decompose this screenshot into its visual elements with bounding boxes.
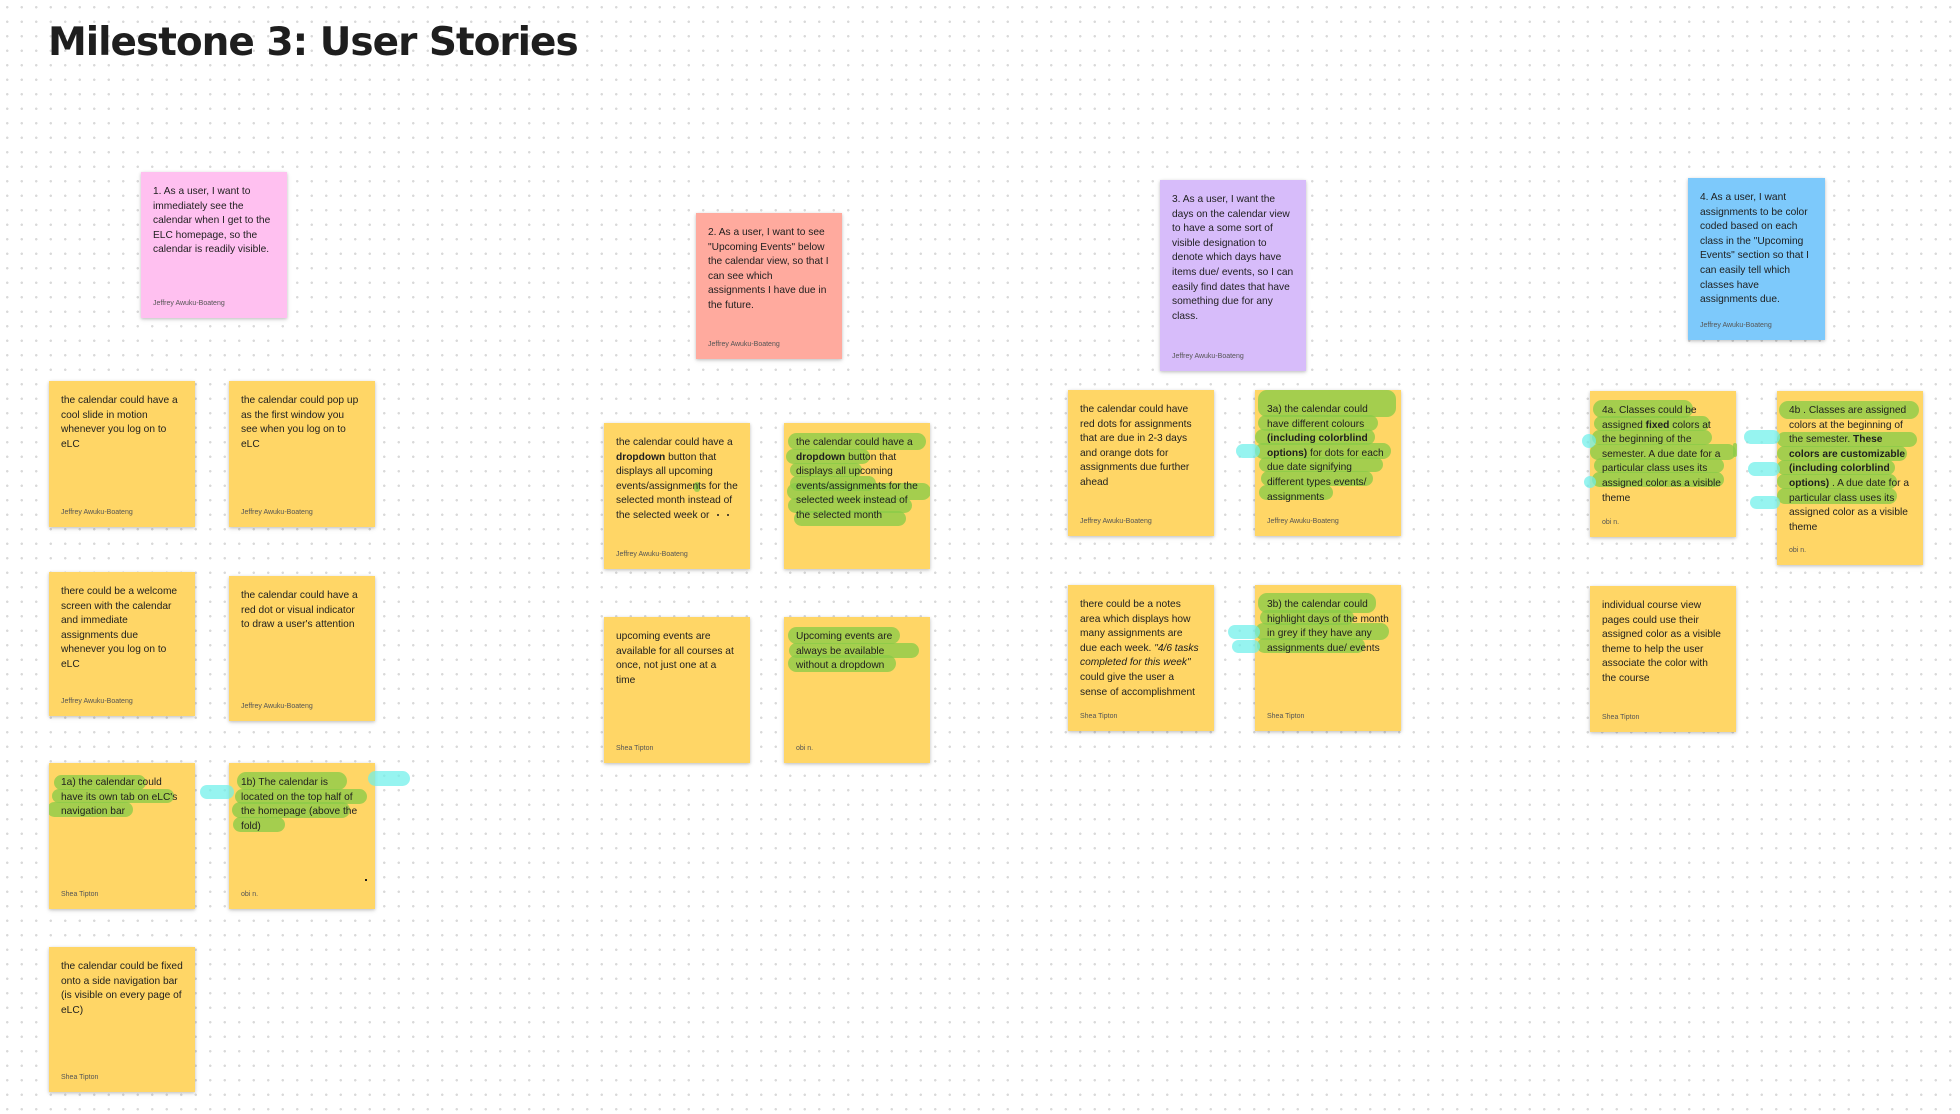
idea-sticky-pop-up[interactable]: the calendar could pop up as the first w… <box>229 381 375 527</box>
sticky-author: Shea Tipton <box>1602 714 1640 721</box>
idea-sticky-1a[interactable]: 1a) the calendar could have its own tab … <box>49 763 195 909</box>
stray-mark <box>717 514 720 517</box>
idea-sticky-red-dot[interactable]: the calendar could have a red dot or vis… <box>229 576 375 721</box>
sticky-text: 1. As a user, I want to immediately see … <box>153 186 271 256</box>
idea-sticky-4a[interactable]: 4a. Classes could be assigned fixed colo… <box>1590 391 1736 537</box>
idea-sticky-notes-area[interactable]: there could be a notes area which displa… <box>1068 585 1214 731</box>
user-story-1-sticky[interactable]: 1. As a user, I want to immediately see … <box>141 172 287 318</box>
idea-sticky-1b[interactable]: 1b) The calendar is located on the top h… <box>229 763 375 909</box>
user-story-3-sticky[interactable]: 3. As a user, I want the days on the cal… <box>1160 180 1306 371</box>
sticky-author: Shea Tipton <box>1267 713 1305 720</box>
sticky-text: 3b) the calendar could highlight days of… <box>1267 599 1389 654</box>
sticky-text: 1a) the calendar could have its own tab … <box>61 777 178 818</box>
idea-sticky-course-view[interactable]: individual course view pages could use t… <box>1590 586 1736 732</box>
idea-sticky-3b[interactable]: 3b) the calendar could highlight days of… <box>1255 585 1401 731</box>
sticky-text: the calendar could have red dots for ass… <box>1080 404 1192 488</box>
idea-sticky-slide-in[interactable]: the calendar could have a cool slide in … <box>49 381 195 527</box>
sticky-text: 4b . Classes are assigned colors at the … <box>1789 404 1911 535</box>
sticky-text: the calendar could have a red dot or vis… <box>241 590 358 631</box>
text-part: the calendar could have a <box>796 437 913 448</box>
idea-sticky-dropdown-month[interactable]: the calendar could have a dropdown butto… <box>604 423 750 569</box>
highlight-stroke-overflow <box>1582 434 1596 448</box>
sticky-author: Jeffrey Awuku-Boateng <box>1267 518 1339 525</box>
idea-sticky-3a[interactable]: 3a) the calendar could have different co… <box>1255 390 1401 536</box>
sticky-author: obi n. <box>796 745 814 752</box>
sticky-author: Jeffrey Awuku-Boateng <box>1080 518 1152 525</box>
idea-sticky-side-nav[interactable]: the calendar could be fixed onto a side … <box>49 947 195 1092</box>
sticky-author: Jeffrey Awuku-Boateng <box>61 509 133 516</box>
board-title: Milestone 3: User Stories <box>48 20 579 65</box>
idea-sticky-no-dropdown[interactable]: Upcoming events are always be available … <box>784 617 930 763</box>
sticky-text: there could be a welcome screen with the… <box>61 586 178 670</box>
highlight-stroke-overflow <box>1733 443 1737 457</box>
sticky-author: Jeffrey Awuku-Boateng <box>616 551 688 558</box>
sticky-text: the calendar could be fixed onto a side … <box>61 961 183 1016</box>
sticky-author: Jeffrey Awuku-Boateng <box>1172 353 1244 360</box>
sticky-author: Shea Tipton <box>61 891 99 898</box>
idea-sticky-all-courses[interactable]: upcoming events are available for all co… <box>604 617 750 763</box>
highlight-stroke-overflow <box>1228 625 1260 639</box>
text-part: the calendar could have a <box>616 437 733 448</box>
idea-sticky-welcome-screen[interactable]: there could be a welcome screen with the… <box>49 572 195 716</box>
idea-sticky-4b[interactable]: 4b . Classes are assigned colors at the … <box>1777 391 1923 565</box>
highlight-stroke-overflow <box>200 785 234 799</box>
highlight-stroke-overflow <box>1232 640 1260 653</box>
highlight-stroke-overflow <box>1750 496 1780 509</box>
sticky-author: Jeffrey Awuku-Boateng <box>1700 322 1772 329</box>
text-part: 3a) the calendar could have different co… <box>1267 404 1368 430</box>
idea-sticky-red-orange-dots[interactable]: the calendar could have red dots for ass… <box>1068 390 1214 536</box>
sticky-author: Shea Tipton <box>1080 713 1118 720</box>
sticky-author: Jeffrey Awuku-Boateng <box>61 698 133 705</box>
text-part-bold: fixed <box>1645 419 1670 431</box>
stray-mark <box>365 879 367 881</box>
sticky-author: Jeffrey Awuku-Boateng <box>708 341 780 348</box>
text-part-bold: dropdown <box>796 451 846 463</box>
highlight-stroke-overflow <box>368 771 410 786</box>
sticky-author: obi n. <box>1602 519 1620 526</box>
sticky-author: Jeffrey Awuku-Boateng <box>241 509 313 516</box>
stray-mark <box>727 514 730 517</box>
text-part: could give the user a sense of accomplis… <box>1080 671 1195 698</box>
sticky-text: the calendar could have a cool slide in … <box>61 395 178 450</box>
sticky-author: Jeffrey Awuku-Boateng <box>153 300 225 307</box>
highlight-stroke-overflow <box>1748 462 1780 476</box>
sticky-author: Jeffrey Awuku-Boateng <box>241 703 313 710</box>
sticky-text: 2. As a user, I want to see "Upcoming Ev… <box>708 227 829 311</box>
sticky-text: upcoming events are available for all co… <box>616 631 734 686</box>
text-part: colors at the beginning of the semester.… <box>1602 419 1721 504</box>
sticky-text: 3a) the calendar could have different co… <box>1267 403 1389 505</box>
highlight-stroke-overflow <box>1584 476 1596 488</box>
highlight-stroke-overflow <box>1236 444 1260 458</box>
highlight-stroke-overflow <box>1744 430 1780 444</box>
sticky-text: Upcoming events are always be available … <box>796 631 893 672</box>
sticky-text: 1b) The calendar is located on the top h… <box>241 777 358 832</box>
text-part-bold: dropdown <box>616 451 666 463</box>
sticky-text: 4a. Classes could be assigned fixed colo… <box>1602 404 1724 506</box>
sticky-author: Shea Tipton <box>616 745 654 752</box>
sticky-text: the calendar could have a dropdown butto… <box>796 436 918 524</box>
sticky-author: Shea Tipton <box>61 1074 99 1081</box>
sticky-text: 4. As a user, I want assignments to be c… <box>1700 192 1809 306</box>
idea-sticky-dropdown-week[interactable]: the calendar could have a dropdown butto… <box>784 423 930 569</box>
sticky-author: obi n. <box>1789 547 1807 554</box>
sticky-text: 3. As a user, I want the days on the cal… <box>1172 194 1294 322</box>
sticky-text: individual course view pages could use t… <box>1602 600 1721 684</box>
user-story-4-sticky[interactable]: 4. As a user, I want assignments to be c… <box>1688 178 1825 340</box>
sticky-text: the calendar could pop up as the first w… <box>241 395 359 450</box>
text-part: 4b . Classes are assigned colors at the … <box>1789 405 1907 446</box>
user-story-2-sticky[interactable]: 2. As a user, I want to see "Upcoming Ev… <box>696 213 842 359</box>
sticky-author: obi n. <box>241 891 259 898</box>
sticky-text: the calendar could have a dropdown butto… <box>616 436 738 524</box>
sticky-text: there could be a notes area which displa… <box>1080 598 1202 700</box>
